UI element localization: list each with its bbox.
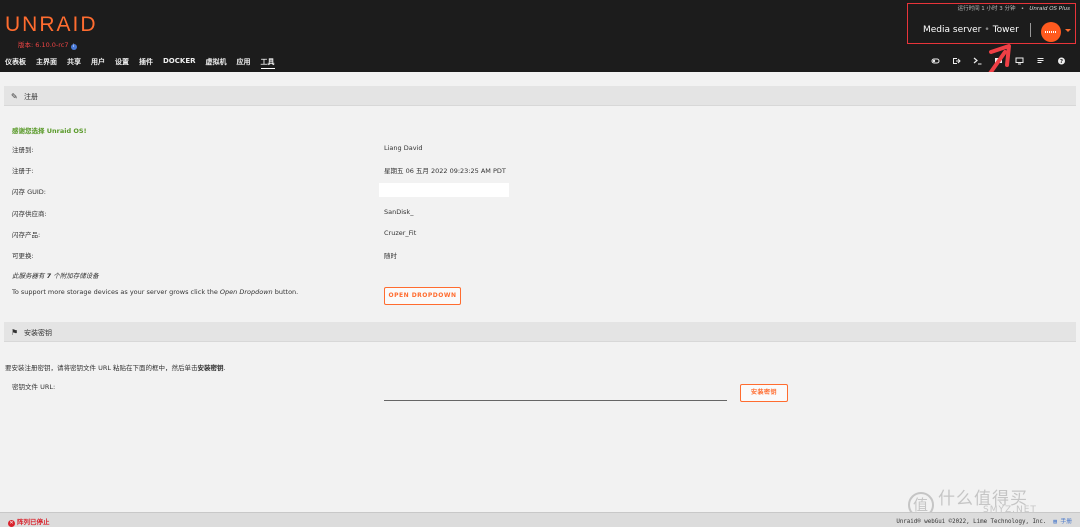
user-avatar[interactable] — [1041, 22, 1061, 42]
flash-vendor-value: SanDisk_ — [384, 208, 414, 216]
array-status-text: 阵列已停止 — [17, 518, 50, 526]
replaceable-value: 随时 — [384, 252, 397, 260]
main-content: ✎ 注册 感谢您选择 Unraid OS! 注册到: Liang David 注… — [0, 72, 1080, 512]
flash-vendor-label: 闪存供应商: — [12, 210, 47, 218]
registered-to-label: 注册到: — [12, 146, 34, 154]
nav-vms[interactable]: 虚拟机 — [206, 57, 227, 69]
server-identity[interactable]: Media server • Tower — [923, 25, 1019, 35]
key-url-input[interactable] — [384, 387, 727, 401]
install-desc-bold: 安装密钥 — [197, 364, 224, 372]
notes-icon[interactable] — [1030, 57, 1051, 67]
top-header: UNRAID 版本: 6.10.0-rc7 i 运行时间 1 小时 3 分钟 • … — [0, 0, 1080, 72]
copyright: Unraid® webGui ©2022, Lime Technology, I… — [896, 516, 1072, 525]
nav-apps[interactable]: 应用 — [237, 57, 251, 69]
nav-docker[interactable]: DOCKER — [163, 57, 196, 69]
nav-plugins[interactable]: 插件 — [139, 57, 153, 69]
upgrade-note-prefix: To support more storage devices as your … — [12, 288, 218, 296]
devices-note-suffix: 个附加存储设备 — [53, 272, 99, 280]
section-title: 注册 — [24, 93, 38, 101]
nav-users[interactable]: 用户 — [91, 57, 105, 69]
nav-settings[interactable]: 设置 — [115, 57, 129, 69]
flash-guid-label: 闪存 GUID: — [12, 188, 46, 196]
devices-note: 此服务器有 7 个附加存储设备 — [12, 270, 99, 280]
chevron-down-icon[interactable] — [1065, 29, 1071, 32]
pencil-icon: ✎ — [11, 92, 18, 101]
install-key-section-header: ⚑ 安装密钥 — [4, 322, 1076, 342]
server-name: Tower — [992, 25, 1019, 35]
upgrade-note: To support more storage devices as your … — [12, 288, 298, 296]
section-title: 安装密钥 — [24, 329, 52, 337]
flash-product-value: Cruzer_Fit — [384, 229, 417, 237]
install-desc-suffix: . — [223, 364, 226, 372]
flash-product-label: 闪存产品: — [12, 231, 41, 239]
footer-bar: ✕ 阵列已停止 Unraid® webGui ©2022, Lime Techno… — [0, 512, 1080, 527]
nav-shares[interactable]: 共享 — [67, 57, 81, 69]
key-url-label: 密钥文件 URL: — [12, 383, 56, 391]
install-key-description: 要安装注册密钥，请将密钥文件 URL 粘贴在下面的框中，然后单击安装密钥. — [5, 362, 226, 372]
main-nav: 仪表板 主界面 共享 用户 设置 插件 DOCKER 虚拟机 应用 工具 — [5, 57, 285, 69]
manual-link[interactable]: ▤ 手册 — [1050, 519, 1072, 525]
registered-on-value: 星期五 06 五月 2022 09:23:25 AM PDT — [384, 167, 506, 175]
registration-section-header: ✎ 注册 — [4, 86, 1076, 106]
version-label[interactable]: 版本: 6.10.0-rc7 i — [18, 39, 77, 50]
info-icon[interactable]: i — [70, 44, 77, 50]
thanks-message: 感谢您选择 Unraid OS! — [12, 127, 87, 135]
manual-text: 手册 — [1060, 519, 1072, 525]
svg-text:?: ? — [1060, 59, 1063, 65]
nav-main[interactable]: 主界面 — [36, 57, 57, 69]
flash-guid-value — [379, 183, 509, 197]
divider — [1030, 23, 1031, 37]
upgrade-note-em: Open Dropdown — [219, 288, 273, 296]
open-dropdown-button[interactable]: OPEN DROPDOWN — [384, 287, 461, 305]
stop-icon: ✕ — [8, 520, 15, 527]
upgrade-note-suffix: button. — [274, 288, 299, 296]
registered-to-value: Liang David — [384, 144, 423, 152]
version-text: 版本: 6.10.0-rc7 — [18, 41, 69, 49]
server-description: Media server — [923, 25, 982, 35]
devices-note-prefix: 此服务器有 — [12, 272, 45, 280]
nav-tools[interactable]: 工具 — [260, 57, 275, 69]
install-desc-prefix: 要安装注册密钥，请将密钥文件 URL 粘贴在下面的框中，然后单击 — [5, 364, 198, 372]
registered-on-label: 注册于: — [12, 167, 34, 175]
nav-dashboard[interactable]: 仪表板 — [5, 57, 26, 69]
server-highlight-box: Media server • Tower — [907, 3, 1076, 44]
flag-icon: ⚑ — [11, 328, 19, 337]
replaceable-label: 可更换: — [12, 252, 34, 260]
copyright-text: Unraid® webGui ©2022, Lime Technology, I… — [896, 519, 1047, 525]
devices-count: 7 — [46, 272, 52, 280]
unraid-logo[interactable]: UNRAID — [5, 13, 98, 37]
install-key-button[interactable]: 安装密钥 — [740, 384, 788, 402]
help-icon[interactable]: ? — [1051, 57, 1072, 67]
server-separator: • — [984, 25, 990, 35]
array-status[interactable]: ✕ 阵列已停止 — [8, 516, 50, 527]
